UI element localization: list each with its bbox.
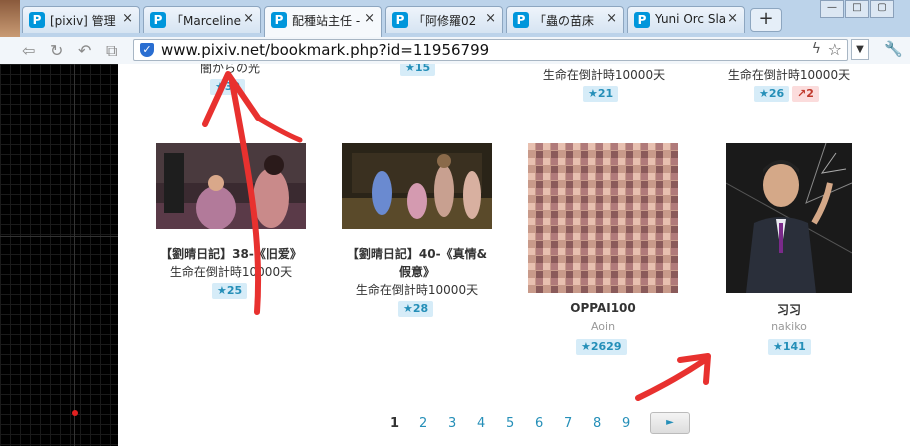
bookmark-page-icon[interactable]: ⧉	[106, 41, 117, 61]
work-user[interactable]: 闇からの光	[170, 64, 290, 76]
pixiv-icon: P	[29, 12, 45, 28]
left-panel	[0, 64, 118, 446]
red-dot	[72, 410, 78, 416]
tab-title: Yuni Orc Sla	[655, 12, 727, 26]
page-link[interactable]: 4	[477, 416, 485, 431]
tab-title: [pixiv] 管理	[50, 14, 116, 28]
page-link[interactable]: 8	[593, 416, 601, 431]
work-user[interactable]: 生命在倒計時10000天	[156, 263, 306, 280]
tab-active[interactable]: P 配種站主任 - ×	[264, 6, 382, 37]
bookmark-count-badge[interactable]: ★39	[210, 79, 246, 95]
url-text[interactable]: www.pixiv.net/bookmark.php?id=11956799	[161, 41, 489, 59]
tab-mushi[interactable]: P 「蟲の苗床 ×	[506, 6, 624, 33]
page-link[interactable]: 6	[535, 416, 543, 431]
grid-line	[74, 64, 75, 446]
reload-icon[interactable]: ↻	[50, 41, 63, 60]
maximize-icon[interactable]: □	[845, 0, 869, 18]
close-icon[interactable]: ×	[364, 11, 375, 26]
minimize-icon[interactable]: —	[820, 0, 844, 18]
undo-icon[interactable]: ↶	[78, 41, 91, 60]
page-link[interactable]: 5	[506, 416, 514, 431]
pixiv-icon: P	[392, 12, 408, 28]
tab-yuni[interactable]: P Yuni Orc Sla ×	[627, 6, 745, 33]
tab-title: 「Marceline	[171, 14, 242, 28]
work-user[interactable]: 生命在倒計時10000天	[539, 66, 669, 83]
count-value: 2	[806, 87, 814, 100]
count-value: 15	[414, 64, 431, 74]
tab-title: 「蟲の苗床	[534, 14, 595, 28]
bookmark-count-badge[interactable]: ★15	[400, 64, 436, 76]
page-link[interactable]: 3	[448, 416, 456, 431]
tab-title: 配種站主任 -	[292, 14, 361, 28]
bookmark-count-badge[interactable]: ★141	[768, 339, 811, 355]
work-thumbnail[interactable]	[528, 143, 678, 293]
work-title-line2[interactable]: 假意》	[382, 263, 452, 280]
tab-marceline[interactable]: P 「Marceline ×	[143, 6, 261, 33]
next-page-button[interactable]: ►	[650, 412, 690, 434]
work-user[interactable]: Aoin	[528, 320, 678, 333]
bookmark-star-icon[interactable]: ☆	[828, 40, 842, 59]
work-user[interactable]: 生命在倒計時10000天	[342, 281, 492, 298]
pixiv-icon: P	[150, 12, 166, 28]
dropdown-icon[interactable]: ▼	[851, 39, 869, 60]
work-title[interactable]: OPPAI100	[528, 301, 678, 315]
work-title[interactable]: 【劉晴日記】40-《真情&	[332, 245, 502, 262]
lightning-icon[interactable]: ϟ	[812, 41, 821, 57]
page-link-current[interactable]: 1	[390, 416, 399, 431]
pixiv-icon: P	[513, 12, 529, 28]
work-thumbnail[interactable]	[726, 143, 852, 293]
count-value: 21	[597, 87, 614, 100]
pixiv-icon: P	[634, 12, 650, 28]
count-value: 2629	[590, 340, 622, 353]
close-icon[interactable]: ×	[606, 11, 617, 26]
work-title[interactable]: 习习	[726, 301, 852, 318]
count-value: 141	[782, 340, 806, 353]
restore-icon[interactable]: ▢	[870, 0, 894, 18]
count-value: 39	[224, 80, 241, 93]
page-link[interactable]: 9	[622, 416, 630, 431]
bookmark-count-badge[interactable]: ★21	[583, 86, 619, 102]
bookmark-count-badge[interactable]: ★2629	[576, 339, 627, 355]
bookmark-count-badge[interactable]: ★28	[398, 301, 434, 317]
count-value: 28	[412, 302, 429, 315]
bookmark-count-badge[interactable]: ★25	[212, 283, 248, 299]
tab-title: 「阿修羅02	[413, 14, 477, 28]
count-value: 25	[226, 284, 243, 297]
close-icon[interactable]: ×	[485, 11, 496, 26]
profile-avatar[interactable]	[0, 0, 20, 37]
close-icon[interactable]: ×	[122, 11, 133, 26]
grid-line	[0, 236, 118, 237]
bookmark-count-badge[interactable]: ★26	[754, 86, 790, 102]
work-title[interactable]: 【劉晴日記】38-《旧爱》	[141, 245, 321, 262]
work-user[interactable]: 生命在倒計時10000天	[724, 66, 854, 83]
work-thumbnail[interactable]	[342, 143, 492, 229]
pixiv-icon: P	[271, 12, 287, 28]
page-link[interactable]: 7	[564, 416, 572, 431]
page-link[interactable]: 2	[419, 416, 427, 431]
tab-ashura[interactable]: P 「阿修羅02 ×	[385, 6, 503, 33]
response-count-badge[interactable]: ↗2	[792, 86, 819, 102]
work-thumbnail[interactable]	[156, 143, 306, 229]
work-user[interactable]: nakiko	[726, 320, 852, 333]
shield-icon: ✓	[140, 43, 154, 57]
browser-toolbar: ⇦ ↻ ↶ ⧉ ✓ www.pixiv.net/bookmark.php?id=…	[0, 37, 910, 65]
tab-pixiv-manage[interactable]: P [pixiv] 管理 ×	[22, 6, 140, 33]
close-icon[interactable]: ×	[727, 11, 738, 26]
wrench-icon[interactable]: 🔧	[884, 40, 903, 58]
count-value: 26	[768, 87, 785, 100]
browser-tab-strip: P [pixiv] 管理 × P 「Marceline × P 配種站主任 - …	[0, 0, 910, 38]
bookmark-grid: 闇からの光 ★39 ★15 生命在倒計時10000天 ★21 生命在倒計時100…	[118, 64, 910, 446]
back-icon[interactable]: ⇦	[22, 41, 35, 60]
close-icon[interactable]: ×	[243, 11, 254, 26]
address-bar[interactable]: ✓ www.pixiv.net/bookmark.php?id=11956799…	[133, 39, 848, 61]
new-tab-button[interactable]: +	[750, 8, 782, 32]
